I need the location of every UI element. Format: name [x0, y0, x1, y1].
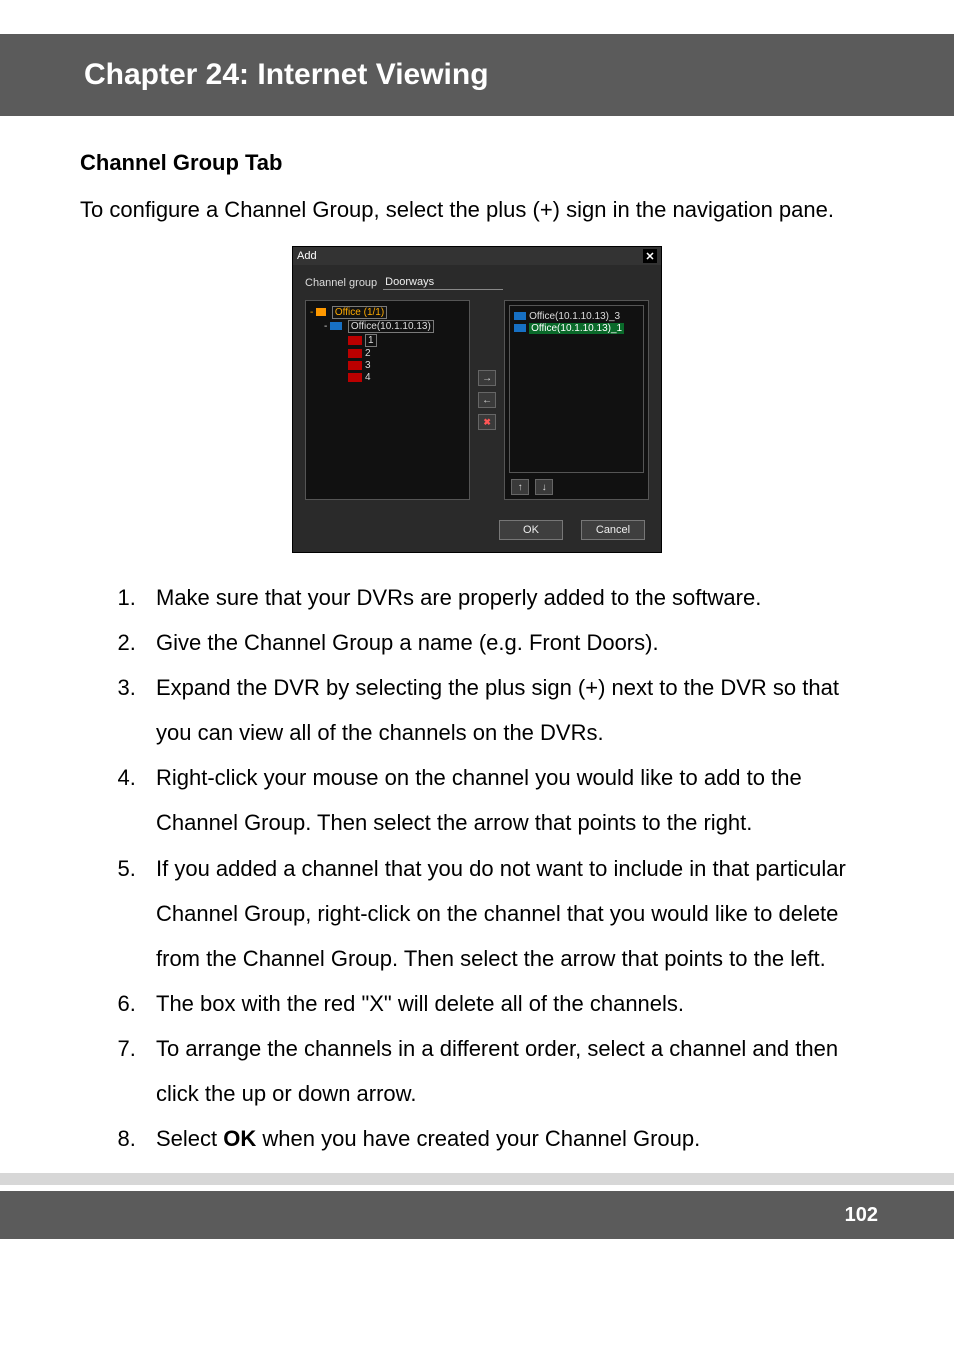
ok-button[interactable]: OK	[499, 520, 563, 540]
camera-icon	[348, 373, 362, 382]
step-item: Give the Channel Group a name (e.g. Fron…	[142, 620, 874, 665]
group-icon	[316, 308, 326, 316]
dvr-icon	[514, 324, 526, 332]
tree-channel-node[interactable]: 4	[310, 372, 465, 383]
step-item: If you added a channel that you do not w…	[142, 846, 874, 981]
page-footer: 102	[0, 1191, 954, 1239]
step8-suffix: when you have created your Channel Group…	[256, 1126, 700, 1151]
selected-item-label: Office(10.1.10.13)_3	[529, 311, 620, 322]
tree-channel-node[interactable]: 2	[310, 348, 465, 359]
add-channel-group-dialog: Add ✕ Channel group -	[292, 246, 662, 553]
dual-pane-area: - Office (1/1) - Office(10.1.10.13)	[305, 300, 649, 500]
close-icon[interactable]: ✕	[643, 249, 657, 263]
channel-label: 2	[365, 348, 371, 359]
step-item: Select OK when you have created your Cha…	[142, 1116, 874, 1161]
source-tree-pane[interactable]: - Office (1/1) - Office(10.1.10.13)	[305, 300, 470, 500]
dvr-icon	[514, 312, 526, 320]
selected-channels-column: Office(10.1.10.13)_3 Office(10.1.10.13)_…	[504, 300, 649, 500]
channel-label: 1	[365, 334, 377, 347]
footer-divider	[0, 1173, 954, 1185]
step-item: Right-click your mouse on the channel yo…	[142, 755, 874, 845]
channel-label: 3	[365, 360, 371, 371]
step-item: The box with the red "X" will delete all…	[142, 981, 874, 1026]
channel-group-label: Channel group	[305, 277, 377, 289]
camera-icon	[348, 336, 362, 345]
tree-device-label: Office(10.1.10.13)	[348, 320, 434, 333]
dialog-titlebar: Add ✕	[293, 247, 661, 265]
channel-label: 4	[365, 372, 371, 383]
move-up-button[interactable]: ↑	[511, 479, 529, 495]
step8-bold: OK	[223, 1126, 256, 1151]
camera-icon	[348, 361, 362, 370]
device-tree: - Office (1/1) - Office(10.1.10.13)	[310, 306, 465, 383]
minus-icon[interactable]: -	[324, 321, 327, 332]
remove-left-button[interactable]: ←	[478, 392, 496, 408]
step-item: To arrange the channels in a different o…	[142, 1026, 874, 1116]
selected-item[interactable]: Office(10.1.10.13)_3	[514, 311, 639, 322]
transfer-buttons-column: → ← ✖	[476, 300, 498, 500]
dialog-title-text: Add	[297, 250, 317, 262]
intro-paragraph: To configure a Channel Group, select the…	[80, 188, 874, 232]
screenshot-figure: Add ✕ Channel group -	[80, 246, 874, 553]
minus-icon[interactable]: -	[310, 307, 313, 318]
reorder-buttons-row: ↑ ↓	[509, 479, 644, 495]
tree-root-node[interactable]: - Office (1/1)	[310, 306, 465, 319]
chapter-header-bar: Chapter 24: Internet Viewing	[0, 34, 954, 116]
section-heading: Channel Group Tab	[80, 150, 874, 176]
move-down-button[interactable]: ↓	[535, 479, 553, 495]
chapter-title: Chapter 24: Internet Viewing	[84, 58, 954, 92]
arrow-right-icon: →	[482, 373, 492, 384]
selected-item[interactable]: Office(10.1.10.13)_1	[514, 323, 639, 334]
selected-item-label: Office(10.1.10.13)_1	[529, 323, 624, 334]
cancel-button[interactable]: Cancel	[581, 520, 645, 540]
tree-channel-node[interactable]: 1	[310, 334, 465, 347]
clear-all-button[interactable]: ✖	[478, 414, 496, 430]
dialog-button-row: OK Cancel	[293, 510, 661, 552]
selected-channels-pane[interactable]: Office(10.1.10.13)_3 Office(10.1.10.13)_…	[509, 305, 644, 473]
arrow-left-icon: ←	[482, 395, 492, 406]
arrow-down-icon: ↓	[542, 482, 547, 493]
delete-x-icon: ✖	[483, 418, 491, 427]
step8-prefix: Select	[156, 1126, 223, 1151]
tree-channel-node[interactable]: 3	[310, 360, 465, 371]
page-number: 102	[845, 1204, 878, 1227]
dvr-icon	[330, 322, 342, 330]
add-right-button[interactable]: →	[478, 370, 496, 386]
page-content: Channel Group Tab To configure a Channel…	[0, 116, 954, 1173]
step-item: Make sure that your DVRs are properly ad…	[142, 575, 874, 620]
tree-device-node[interactable]: - Office(10.1.10.13)	[310, 320, 465, 333]
tree-root-label: Office (1/1)	[332, 306, 387, 319]
camera-icon	[348, 349, 362, 358]
step-item: Expand the DVR by selecting the plus sig…	[142, 665, 874, 755]
arrow-up-icon: ↑	[518, 482, 523, 493]
instruction-list: Make sure that your DVRs are properly ad…	[80, 575, 874, 1161]
channel-group-name-row: Channel group	[305, 275, 649, 290]
dialog-body: Channel group - Office (1/1)	[293, 265, 661, 510]
selected-list: Office(10.1.10.13)_3 Office(10.1.10.13)_…	[514, 311, 639, 334]
channel-group-input[interactable]	[383, 275, 503, 290]
